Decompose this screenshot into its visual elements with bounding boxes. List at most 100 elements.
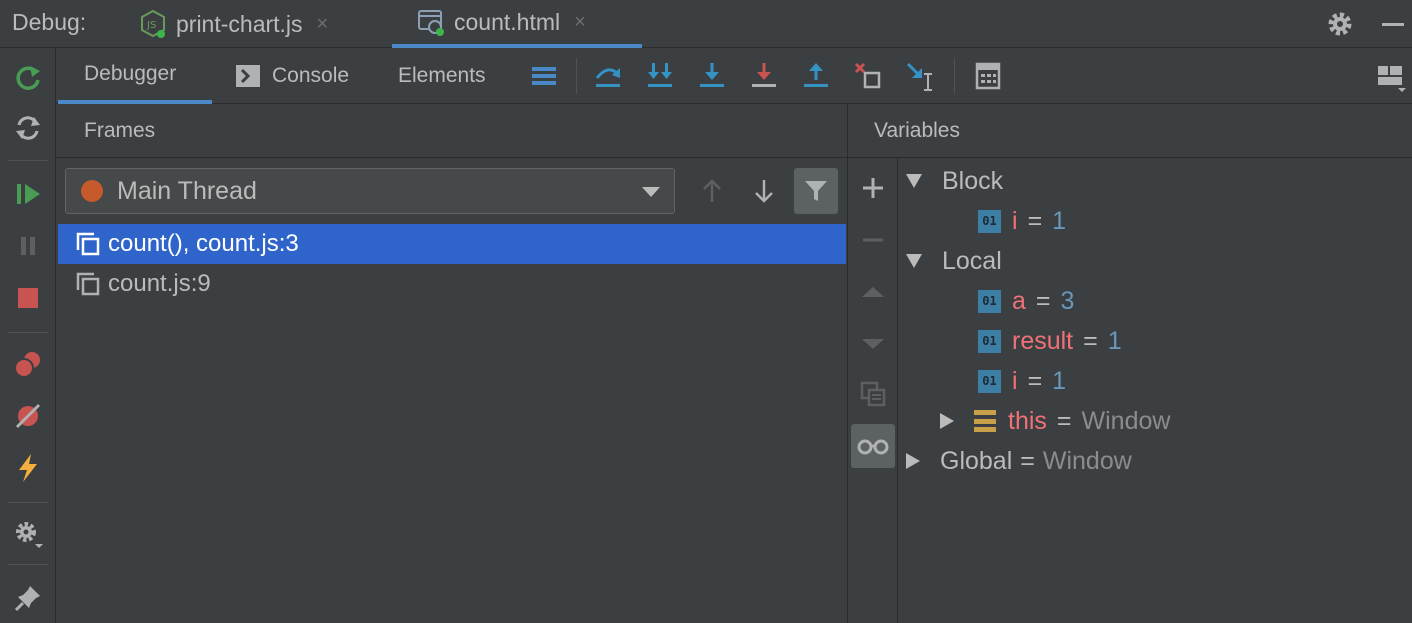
glasses-icon[interactable] (851, 424, 895, 468)
move-down-icon[interactable] (851, 322, 895, 366)
refresh-icon[interactable] (12, 112, 44, 144)
primitive-icon: 01 (978, 369, 1001, 393)
primitive-icon: 01 (978, 329, 1001, 353)
evaluate-expression-icon[interactable] (972, 60, 1004, 92)
stop-icon[interactable] (12, 282, 44, 314)
equals-sign: = (1056, 406, 1072, 435)
tab-elements[interactable]: Elements (398, 48, 486, 104)
arrow-down-icon[interactable] (742, 168, 786, 214)
step-into-my-code-icon[interactable] (644, 60, 676, 92)
variable-row[interactable]: 01 i = 1 (978, 361, 1066, 401)
scope-block[interactable]: Block (906, 161, 1003, 201)
scope-name: Block (942, 166, 1004, 195)
variable-name: i (1012, 366, 1018, 395)
tab-label: Console (272, 64, 350, 87)
variable-value: Window (1042, 446, 1132, 475)
force-step-into-icon[interactable] (748, 60, 780, 92)
gear-icon[interactable] (1324, 8, 1356, 40)
frames-header: Frames (56, 104, 847, 158)
variable-name: this (1008, 406, 1047, 435)
frame-row[interactable]: count.js:9 (58, 264, 846, 304)
resume-icon[interactable] (12, 178, 44, 210)
copy-icon[interactable] (851, 372, 895, 416)
pause-icon[interactable] (12, 230, 44, 262)
close-icon[interactable]: × (574, 11, 586, 34)
variable-value: 1 (1107, 326, 1122, 355)
step-out-icon[interactable] (800, 60, 832, 92)
variable-row[interactable]: 01 a = 3 (978, 281, 1074, 321)
primitive-icon: 01 (978, 289, 1001, 313)
expand-arrow-icon[interactable] (906, 254, 922, 268)
variable-value: 1 (1052, 206, 1067, 235)
arrow-up-icon[interactable] (690, 168, 734, 214)
tab-count-html[interactable]: count.html × (392, 0, 642, 48)
frame-label: count.js:9 (108, 270, 211, 297)
scope-global[interactable]: Global = Window (906, 441, 1132, 481)
plus-icon[interactable] (851, 166, 895, 210)
panel-title: Frames (84, 118, 156, 142)
equals-sign: = (1083, 326, 1098, 355)
variable-row-this[interactable]: this = Window (940, 401, 1170, 441)
variable-row[interactable]: 01 i = 1 (978, 201, 1066, 241)
scope-name: Local (942, 246, 1002, 275)
tab-console[interactable]: Console (236, 48, 349, 104)
equals-sign: = (1027, 206, 1043, 235)
equals-sign: = (1020, 446, 1035, 475)
drop-frame-icon[interactable] (852, 60, 884, 92)
step-over-icon[interactable] (592, 60, 624, 92)
frames-panel: Frames Main Thread count(), count.js:3 c… (56, 104, 848, 623)
lightning-icon[interactable] (12, 452, 44, 484)
close-icon[interactable]: × (317, 13, 329, 36)
primitive-icon: 01 (978, 209, 1001, 233)
scope-local[interactable]: Local (906, 241, 1002, 281)
object-icon (974, 410, 996, 432)
variables-header: Variables (848, 104, 1412, 158)
variable-value: 1 (1052, 366, 1067, 395)
svg-text:JS: JS (146, 20, 156, 31)
expand-arrow-icon[interactable] (906, 453, 920, 469)
debug-tool-window-header: Debug: JS print-chart.js × count.html × (0, 0, 1412, 48)
variable-name: i (1012, 206, 1018, 235)
debugger-subtab-bar: Debugger Console Elements (56, 48, 1412, 104)
filter-icon[interactable] (794, 168, 838, 214)
tab-label: Elements (398, 64, 486, 87)
panel-title: Variables (874, 118, 960, 142)
variable-value: Window (1081, 406, 1171, 435)
settings-dropdown-icon[interactable] (12, 518, 44, 550)
expand-arrow-icon[interactable] (906, 174, 922, 188)
pin-icon[interactable] (12, 582, 44, 614)
step-into-icon[interactable] (696, 60, 728, 92)
thread-dropdown[interactable]: Main Thread (65, 168, 675, 214)
variable-name: a (1012, 286, 1026, 315)
stack-frame-icon (74, 270, 102, 298)
chevron-down-icon (642, 187, 660, 197)
frame-row[interactable]: count(), count.js:3 (58, 224, 846, 264)
stack-frame-icon (74, 230, 102, 258)
nodejs-icon: JS (138, 9, 168, 39)
console-icon (236, 65, 260, 87)
layout-settings-icon[interactable] (1374, 60, 1406, 92)
variables-side-toolbar (848, 158, 898, 623)
minimize-icon[interactable] (1376, 8, 1408, 40)
expand-arrow-icon[interactable] (940, 413, 954, 429)
equals-sign: = (1027, 366, 1043, 395)
move-up-icon[interactable] (851, 270, 895, 314)
rerun-icon[interactable] (12, 62, 44, 94)
browser-debug-icon (416, 7, 446, 37)
tab-debugger[interactable]: Debugger (58, 48, 212, 104)
menu-icon[interactable] (528, 60, 560, 92)
tab-print-chart[interactable]: JS print-chart.js × (138, 0, 328, 48)
debug-label: Debug: (12, 9, 87, 35)
tab-label: count.html (454, 8, 561, 35)
scope-name: Global (940, 446, 1013, 475)
view-breakpoints-icon[interactable] (12, 348, 44, 380)
debug-left-toolbar (0, 48, 56, 623)
frame-label: count(), count.js:3 (108, 230, 299, 257)
variable-row[interactable]: 01 result = 1 (978, 321, 1122, 361)
tab-label: print-chart.js (176, 10, 303, 37)
run-to-cursor-icon[interactable] (904, 60, 936, 92)
variable-value: 3 (1060, 286, 1075, 315)
mute-breakpoints-icon[interactable] (12, 400, 44, 432)
thread-status-icon (81, 180, 103, 202)
minus-icon[interactable] (851, 218, 895, 262)
